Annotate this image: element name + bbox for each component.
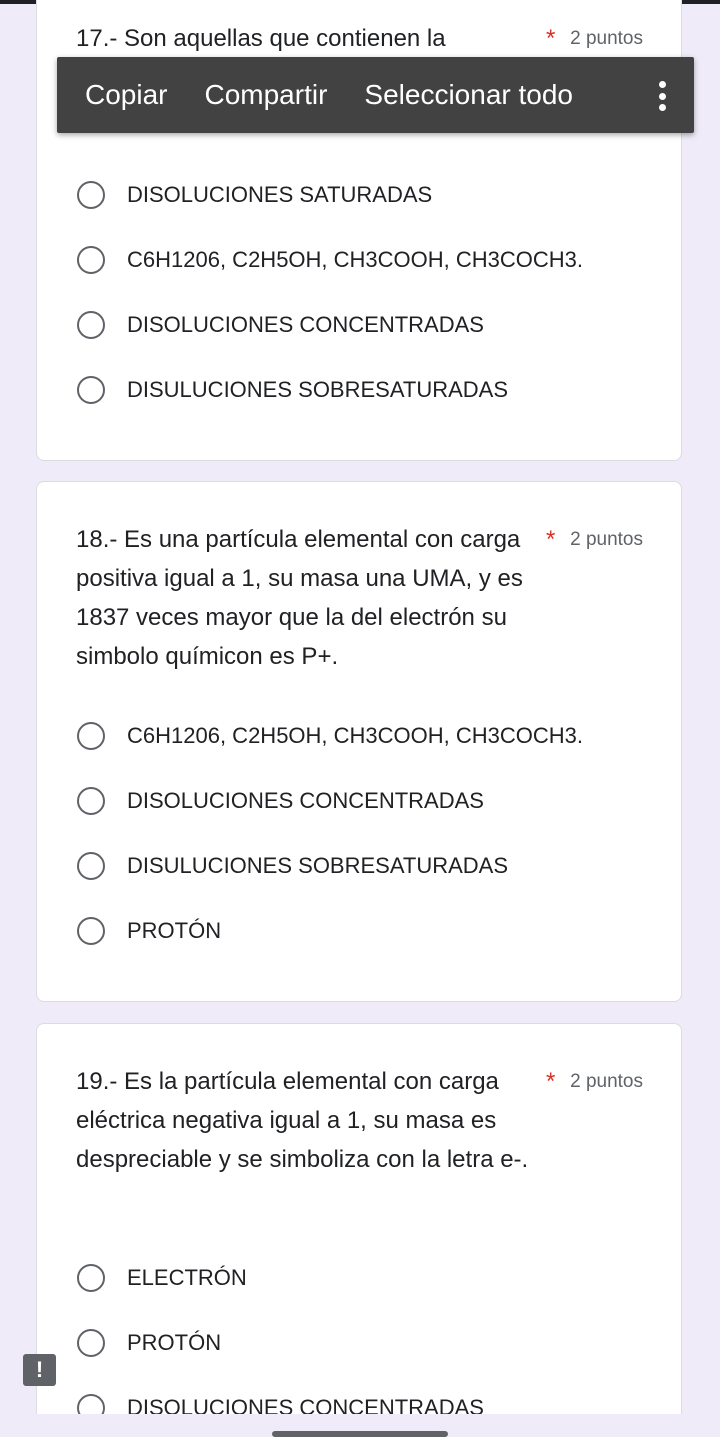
option-label: DISOLUCIONES CONCENTRADAS	[127, 1395, 484, 1414]
question-title: 18.- Es una partícula elemental con carg…	[76, 526, 523, 670]
select-all-button[interactable]: Seleccionar todo	[336, 79, 573, 111]
question-title: 19.- Es la partícula elemental con carga…	[76, 1068, 529, 1173]
option-radio[interactable]: DISOLUCIONES CONCENTRADAS	[77, 783, 484, 819]
more-options-icon[interactable]	[658, 81, 666, 111]
question-points: 2 puntos	[570, 529, 643, 550]
radio-button-icon[interactable]	[77, 311, 105, 339]
copy-button[interactable]: Copiar	[57, 79, 167, 111]
share-button[interactable]: Compartir	[176, 79, 327, 111]
option-label: DISOLUCIONES SATURADAS	[127, 182, 433, 207]
radio-button-icon[interactable]	[77, 1329, 105, 1357]
radio-button-icon[interactable]	[77, 722, 105, 750]
radio-button-icon[interactable]	[77, 917, 105, 945]
option-radio[interactable]: PROTÓN	[77, 1325, 221, 1361]
option-radio[interactable]: ELECTRÓN	[77, 1260, 247, 1296]
alert-icon[interactable]: !	[23, 1354, 56, 1386]
question-title: 17.- Son aquellas que contienen la	[76, 25, 446, 52]
question-points: 2 puntos	[570, 1071, 643, 1092]
option-label: C6H1206, C2H5OH, CH3COOH, CH3COCH3.	[127, 247, 584, 272]
question-card-19: 19.- Es la partícula elemental con carga…	[36, 1023, 682, 1414]
dot	[658, 81, 666, 88]
dot	[658, 92, 666, 100]
option-radio[interactable]: DISOLUCIONES SATURADAS	[77, 177, 432, 213]
option-label: PROTÓN	[127, 1330, 222, 1355]
form-scroll-area[interactable]: 17.- Son aquellas que contienen la * 2 p…	[0, 0, 720, 1414]
option-label: DISOLUCIONES CONCENTRADAS	[127, 312, 484, 337]
question-points: 2 puntos	[570, 28, 643, 49]
option-radio[interactable]: C6H1206, C2H5OH, CH3COOH, CH3COCH3.	[77, 718, 583, 754]
option-radio[interactable]: PROTÓN	[77, 913, 221, 949]
radio-button-icon[interactable]	[77, 181, 105, 209]
question-card-18: 18.- Es una partícula elemental con carg…	[36, 481, 682, 1002]
option-label: DISULUCIONES SOBRESATURADAS	[127, 377, 509, 402]
radio-button-icon[interactable]	[77, 852, 105, 880]
dot	[658, 104, 666, 111]
required-asterisk: *	[546, 1068, 556, 1095]
option-radio[interactable]: DISULUCIONES SOBRESATURADAS	[77, 372, 508, 408]
option-radio[interactable]: C6H1206, C2H5OH, CH3COOH, CH3COCH3.	[77, 242, 583, 278]
radio-button-icon[interactable]	[77, 246, 105, 274]
text-selection-menu: Copiar Compartir Seleccionar todo	[57, 57, 694, 133]
radio-button-icon[interactable]	[77, 1264, 105, 1292]
option-label: PROTÓN	[127, 918, 222, 943]
option-label: ELECTRÓN	[127, 1265, 247, 1290]
option-label: DISULUCIONES SOBRESATURADAS	[127, 853, 509, 878]
question-header: 19.- Es la partícula elemental con carga…	[76, 1062, 643, 1179]
question-header: 18.- Es una partícula elemental con carg…	[76, 520, 643, 676]
required-asterisk: *	[546, 526, 556, 553]
radio-button-icon[interactable]	[77, 1394, 105, 1414]
option-radio[interactable]: DISOLUCIONES CONCENTRADAS	[77, 1390, 484, 1414]
option-label: C6H1206, C2H5OH, CH3COOH, CH3COCH3.	[127, 723, 584, 748]
home-indicator[interactable]	[272, 1431, 448, 1437]
radio-button-icon[interactable]	[77, 787, 105, 815]
option-radio[interactable]: DISOLUCIONES CONCENTRADAS	[77, 307, 484, 343]
question-header: 17.- Son aquellas que contienen la * 2 p…	[76, 19, 643, 58]
option-label: DISOLUCIONES CONCENTRADAS	[127, 788, 484, 813]
option-radio[interactable]: DISULUCIONES SOBRESATURADAS	[77, 848, 508, 884]
radio-button-icon[interactable]	[77, 376, 105, 404]
required-asterisk: *	[546, 25, 556, 52]
